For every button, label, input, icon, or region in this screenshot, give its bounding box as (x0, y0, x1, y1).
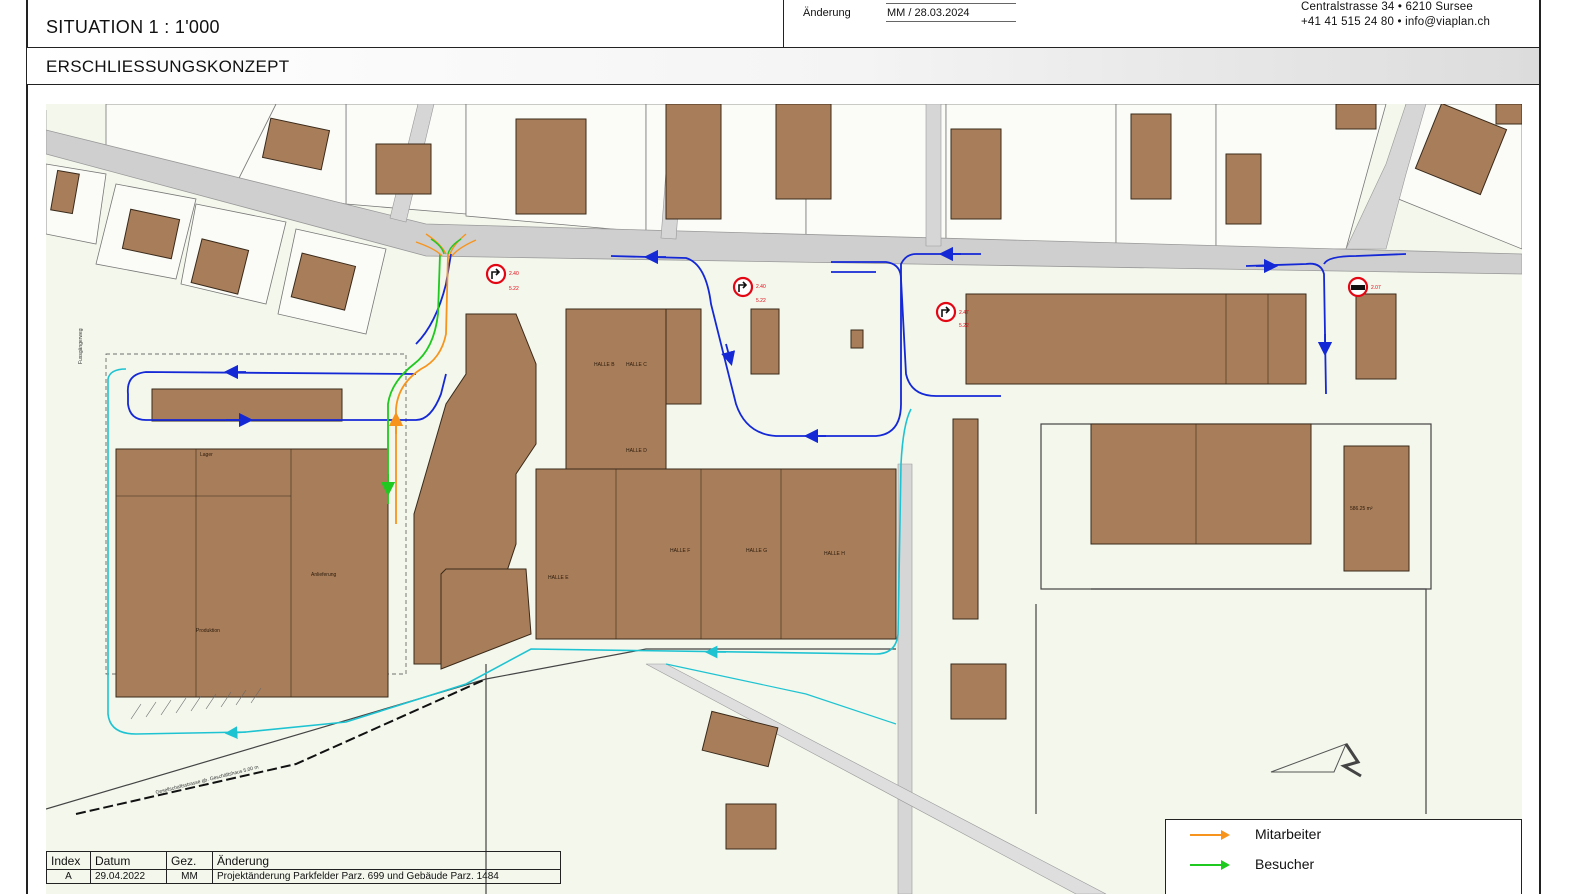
table-row: A 29.04.2022 MM Projektänderung Parkfeld… (46, 869, 561, 884)
label-fussgaengerweg: Fussgängerweg (78, 328, 84, 364)
firm-address: Centralstrasse 34 • 6210 Sursee (1301, 1, 1473, 13)
frame-left-border (26, 0, 28, 894)
firm-contact: +41 41 515 24 80 • info@viaplan.ch (1301, 16, 1491, 28)
map-legend: Mitarbeiter Besucher (1165, 819, 1522, 894)
legend-arrow-green-icon (1221, 860, 1230, 870)
col-drawn: Gez. (166, 851, 213, 870)
sign-3-code-b: 5.22 (959, 323, 969, 329)
label-halle-f: HALLE F (670, 548, 690, 554)
plan-subtitle: ERSCHLIESSUNGSKONZEPT (46, 57, 290, 76)
col-change: Änderung (212, 851, 561, 870)
legend-symbols (1190, 830, 1230, 870)
row-index: A (46, 869, 91, 884)
label-halle-d: HALLE D (626, 448, 647, 454)
sign-3-code-a: 2.47 (959, 310, 969, 316)
legend-label-employees: Mitarbeiter (1255, 826, 1322, 842)
legend-label-visitors: Besucher (1255, 856, 1315, 872)
header-divider (783, 0, 784, 48)
frame-right-border (1539, 0, 1541, 894)
label-anlieferung: Anlieferung (311, 572, 337, 578)
row-drawn: MM (166, 869, 213, 884)
site-plan-map[interactable]: Lager Produktion Anlieferung HALLE B HAL… (46, 104, 1522, 894)
change-label: Änderung (803, 7, 851, 19)
col-date: Datum (90, 851, 167, 870)
side-street-east (925, 104, 942, 247)
label-area: 586.25 m² (1350, 506, 1373, 512)
label-halle-h: HALLE H (824, 551, 845, 557)
revision-table-header: Index Datum Gez. Änderung (46, 851, 561, 870)
sign-2-code-b: 5.22 (756, 298, 766, 304)
change-field-line-bottom (886, 21, 1016, 22)
label-lager: Lager (200, 452, 213, 458)
revision-table: Index Datum Gez. Änderung A 29.04.2022 M… (46, 851, 561, 884)
sign-1-code-b: 5.22 (509, 286, 519, 292)
sign-2-code-a: 2.40 (756, 284, 766, 290)
row-change: Projektänderung Parkfelder Parz. 699 und… (212, 869, 561, 884)
label-halle-b: HALLE B (594, 362, 615, 368)
label-halle-e: HALLE E (548, 575, 569, 581)
plan-scale-title: SITUATION 1 : 1'000 (46, 17, 220, 37)
legend-arrow-orange-icon (1221, 830, 1230, 840)
label-halle-c: HALLE C (626, 362, 647, 368)
label-produktion: Produktion (196, 628, 220, 634)
row-date: 29.04.2022 (90, 869, 167, 884)
change-value: MM / 28.03.2024 (887, 7, 970, 19)
sign-1-code-a: 2.40 (509, 271, 519, 277)
change-field-line-top (886, 3, 1016, 4)
label-halle-g: HALLE G (746, 548, 767, 554)
col-index: Index (46, 851, 91, 870)
cyan-arrow-1 (224, 726, 247, 739)
sign-4-code-a: 2.07 (1371, 285, 1381, 291)
